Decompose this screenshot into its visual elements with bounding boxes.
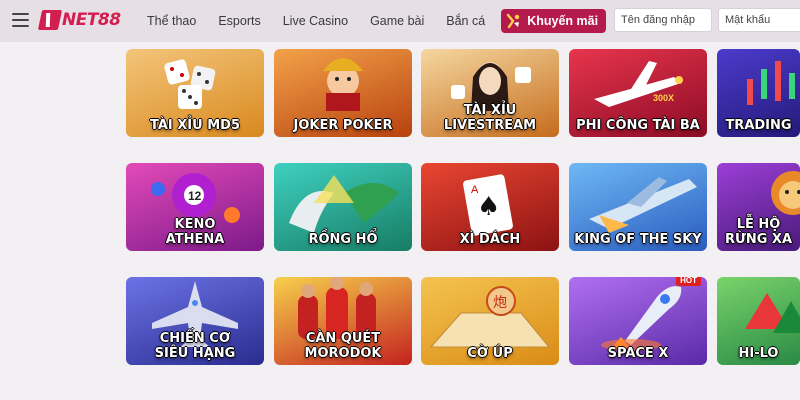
nav-item-esports[interactable]: Esports — [218, 14, 260, 28]
game-tile-label: TRADING — [725, 118, 792, 133]
game-tile[interactable]: KING OF THE SKY — [569, 163, 707, 251]
svg-text:12: 12 — [188, 189, 202, 203]
game-tile[interactable]: RỒNG HỔ — [274, 163, 412, 251]
game-tile-label: SPACE X — [607, 346, 669, 361]
game-tile-label: CÀN QUÉT MORODOK — [304, 331, 382, 361]
game-tile[interactable]: TÀI XỈU LIVESTREAM — [421, 49, 559, 137]
hot-badge: HOT — [676, 277, 701, 286]
logo-mark-icon — [37, 10, 63, 30]
game-tile[interactable]: 炮 CỜ ÚP — [421, 277, 559, 365]
nav-item-game-bai[interactable]: Game bài — [370, 14, 424, 28]
game-tile-label: JOKER POKER — [293, 118, 393, 133]
game-tile-label: CỜ ÚP — [467, 346, 513, 361]
game-tile[interactable]: SPACE X HOT — [569, 277, 707, 365]
svg-text:炮: 炮 — [493, 295, 507, 311]
game-tile-label: XÌ DÁCH — [459, 232, 521, 247]
promotions-label: Khuyến mãi — [527, 14, 599, 28]
game-tile-label: KENO ATHENA — [165, 217, 225, 247]
main-nav: Thể thao Esports Live Casino Game bài Bắ… — [147, 0, 607, 42]
menu-icon[interactable] — [12, 13, 29, 27]
game-tile[interactable]: 300X PHI CÔNG TÀI BA — [569, 49, 707, 137]
svg-text:A: A — [471, 184, 479, 196]
game-tile[interactable]: LỄ HỘ RỪNG XA — [717, 163, 800, 251]
game-tile-label: LỄ HỘ RỪNG XA — [724, 217, 793, 247]
game-tile-label: RỒNG HỔ — [308, 232, 378, 247]
game-tile-label: HI-LO — [738, 346, 779, 361]
svg-text:♠: ♠ — [477, 192, 500, 222]
game-tile[interactable]: TÀI XỈU MD5 — [126, 49, 264, 137]
game-tile[interactable]: HI-LO — [717, 277, 800, 365]
username-field[interactable] — [614, 8, 712, 32]
game-tile-label: PHI CÔNG TÀI BA — [576, 118, 700, 133]
game-tile-label: TÀI XỈU LIVESTREAM — [443, 103, 537, 133]
nav-item-ban-ca[interactable]: Bắn cá — [446, 14, 485, 28]
nav-item-live-casino[interactable]: Live Casino — [283, 14, 348, 28]
game-tile[interactable]: CÀN QUÉT MORODOK — [274, 277, 412, 365]
game-tile-label: TÀI XỈU MD5 — [150, 118, 240, 133]
game-tile-label: CHIẾN CƠ SIÊU HẠNG — [154, 331, 236, 361]
game-tile[interactable]: 12 KENO ATHENA — [126, 163, 264, 251]
game-tile[interactable]: JOKER POKER — [274, 49, 412, 137]
game-tile[interactable]: CHIẾN CƠ SIÊU HẠNG — [126, 277, 264, 365]
svg-text:300X: 300X — [653, 93, 674, 103]
game-tile[interactable]: TRADING — [717, 49, 800, 137]
nav-item-the-thao[interactable]: Thể thao — [147, 14, 196, 28]
game-tile-label: KING OF THE SKY — [574, 232, 702, 247]
site-logo[interactable]: NET88 — [37, 10, 121, 30]
password-field[interactable] — [718, 8, 800, 32]
logo-text: NET88 — [62, 10, 121, 30]
promotions-button[interactable]: Khuyến mãi — [501, 9, 607, 33]
top-header: NET88 Thể thao Esports Live Casino Game … — [0, 0, 800, 42]
gift-icon — [506, 13, 520, 29]
game-tile[interactable]: ♠ A XÌ DÁCH — [421, 163, 559, 251]
